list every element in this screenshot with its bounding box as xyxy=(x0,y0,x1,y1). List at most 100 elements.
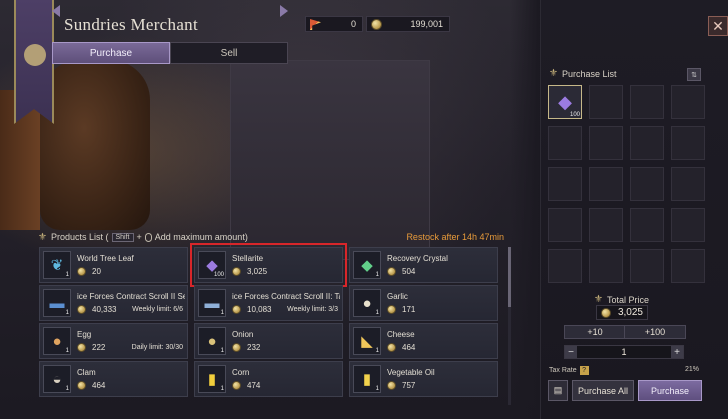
purchase-button[interactable]: Purchase xyxy=(638,380,702,401)
products-list-label: Products List ( xyxy=(50,232,109,242)
purchase-slot-empty[interactable] xyxy=(630,85,664,119)
tab-sell[interactable]: Sell xyxy=(170,42,288,64)
coin-icon xyxy=(387,305,396,314)
shift-key-badge: Shift xyxy=(111,232,134,242)
product-card[interactable]: ◆ 1 Recovery Crystal 504 xyxy=(349,247,498,283)
product-name: Onion xyxy=(232,330,254,339)
item-glyph: ▬ xyxy=(49,294,65,312)
corn-icon: ▮ 1 xyxy=(198,365,226,393)
product-card[interactable]: ● 1 Garlic 171 xyxy=(349,285,498,321)
purchase-slot-empty[interactable] xyxy=(589,249,623,283)
clear-list-button[interactable]: ▤ xyxy=(548,380,568,401)
purchase-slot-empty[interactable] xyxy=(589,167,623,201)
purchase-slot-empty[interactable] xyxy=(671,167,705,201)
product-card[interactable]: ▮ 1 Vegetable Oil 757 xyxy=(349,361,498,397)
slot-quantity: 100 xyxy=(569,112,580,118)
purchase-limit: Weekly limit: 6/6 xyxy=(132,306,183,313)
purchase-slot-empty[interactable] xyxy=(589,126,623,160)
purchase-list-title: Purchase List xyxy=(561,68,617,79)
cheese-icon: ◣ 1 xyxy=(353,327,381,355)
purchase-slot-empty[interactable] xyxy=(671,208,705,242)
coin-icon xyxy=(371,19,382,30)
total-price-value: 3,025 xyxy=(617,307,643,318)
item-quantity: 1 xyxy=(65,348,69,354)
product-price-value: 504 xyxy=(402,267,416,276)
sort-button[interactable]: ⇅ xyxy=(687,68,701,81)
product-price: 171 xyxy=(387,305,415,314)
purchase-slot-grid: ◆ 100 xyxy=(548,85,705,283)
total-price-header: ⚜ Total Price xyxy=(594,294,649,305)
purchase-slot-empty[interactable] xyxy=(630,208,664,242)
product-price: 464 xyxy=(77,381,105,390)
crystal-icon: ◆ xyxy=(558,91,572,112)
purchase-slot-empty[interactable] xyxy=(589,85,623,119)
product-card[interactable]: ◣ 1 Cheese 464 xyxy=(349,323,498,359)
trash-icon: ▤ xyxy=(553,385,563,395)
purchase-slot-empty[interactable] xyxy=(630,249,664,283)
tab-right-cap xyxy=(280,5,288,17)
tab-purchase[interactable]: Purchase xyxy=(52,42,170,64)
purchase-slot-empty[interactable] xyxy=(548,126,582,160)
purchase-all-button[interactable]: Purchase All xyxy=(572,380,634,401)
purchase-slot-empty[interactable] xyxy=(671,126,705,160)
quantity-value[interactable]: 1 xyxy=(621,347,626,357)
product-card[interactable]: ❦ 1 World Tree Leaf 20 xyxy=(39,247,188,283)
purchase-slot-empty[interactable] xyxy=(630,167,664,201)
leaf-icon: ❦ 1 xyxy=(43,251,71,279)
coin-icon xyxy=(232,267,241,276)
purchase-slot-empty[interactable] xyxy=(548,249,582,283)
quantity-stepper: − 1 + xyxy=(564,345,684,359)
currency-gold-value: 199,001 xyxy=(410,19,443,29)
purchase-slot-empty[interactable] xyxy=(548,167,582,201)
item-glyph: ▬ xyxy=(204,294,220,312)
product-price-value: 222 xyxy=(92,343,106,352)
item-glyph: ▮ xyxy=(207,371,217,388)
product-price-value: 40,333 xyxy=(92,305,117,314)
product-price: 474 xyxy=(232,381,260,390)
product-card[interactable]: ● 1 Onion 232 xyxy=(194,323,343,359)
egg-icon: ● 1 xyxy=(43,327,71,355)
purchase-slot-empty[interactable] xyxy=(630,126,664,160)
purchase-slot-empty[interactable] xyxy=(589,208,623,242)
item-quantity: 1 xyxy=(375,348,379,354)
product-price: 3,025 xyxy=(232,267,267,276)
product-price-value: 464 xyxy=(402,343,416,352)
purchase-slot-filled[interactable]: ◆ 100 xyxy=(548,85,582,119)
purchase-slot-empty[interactable] xyxy=(548,208,582,242)
product-price: 222 xyxy=(77,343,105,352)
product-card[interactable]: ▮ 1 Corn 474 xyxy=(194,361,343,397)
product-name: Cheese xyxy=(387,330,415,339)
purchase-slot-empty[interactable] xyxy=(671,249,705,283)
green-crystal-icon: ◆ 1 xyxy=(353,251,381,279)
product-card[interactable]: ▬1 ice Forces Contract Scroll II: Taedal'… xyxy=(194,285,343,321)
purchase-list-header: ⚜ Purchase List xyxy=(549,68,617,79)
background-door xyxy=(230,60,430,260)
item-glyph: ◒ xyxy=(52,370,62,388)
tax-rate-value: 21% xyxy=(684,366,699,373)
add-10-button[interactable]: +10 xyxy=(564,325,626,339)
product-card[interactable]: ● 1 Egg 222 Daily limit: 30/30 xyxy=(39,323,188,359)
item-glyph: ◆ xyxy=(361,257,373,274)
close-button[interactable]: ✕ xyxy=(708,16,728,36)
product-price-value: 3,025 xyxy=(247,267,268,276)
restock-timer: Restock after 14h 47min xyxy=(406,232,504,242)
decrement-button[interactable]: − xyxy=(565,346,577,358)
product-name: Stellarite xyxy=(232,254,264,263)
product-card[interactable]: ▬1 ice Forces Contract Scroll II Selectio… xyxy=(39,285,188,321)
increment-button[interactable]: + xyxy=(670,346,683,358)
product-card[interactable]: ◆ 100 Stellarite 3,025 xyxy=(190,243,347,287)
currency-flag-display: 0 xyxy=(305,16,363,32)
add-100-button[interactable]: +100 xyxy=(624,325,686,339)
coin-icon xyxy=(77,343,86,352)
product-card[interactable]: ◒ 1 Clam 464 xyxy=(39,361,188,397)
product-name: Vegetable Oil xyxy=(387,368,435,377)
product-name: ice Forces Contract Scroll II Selection … xyxy=(77,292,185,301)
currency-flag-value: 0 xyxy=(350,19,356,29)
purchase-limit: Weekly limit: 3/3 xyxy=(287,306,338,313)
help-icon[interactable]: ? xyxy=(579,366,589,375)
item-quantity: 1 xyxy=(375,272,379,278)
purchase-slot-empty[interactable] xyxy=(671,85,705,119)
coin-icon xyxy=(387,343,396,352)
total-price-display: 3,025 xyxy=(596,305,648,320)
product-price-value: 232 xyxy=(247,343,261,352)
